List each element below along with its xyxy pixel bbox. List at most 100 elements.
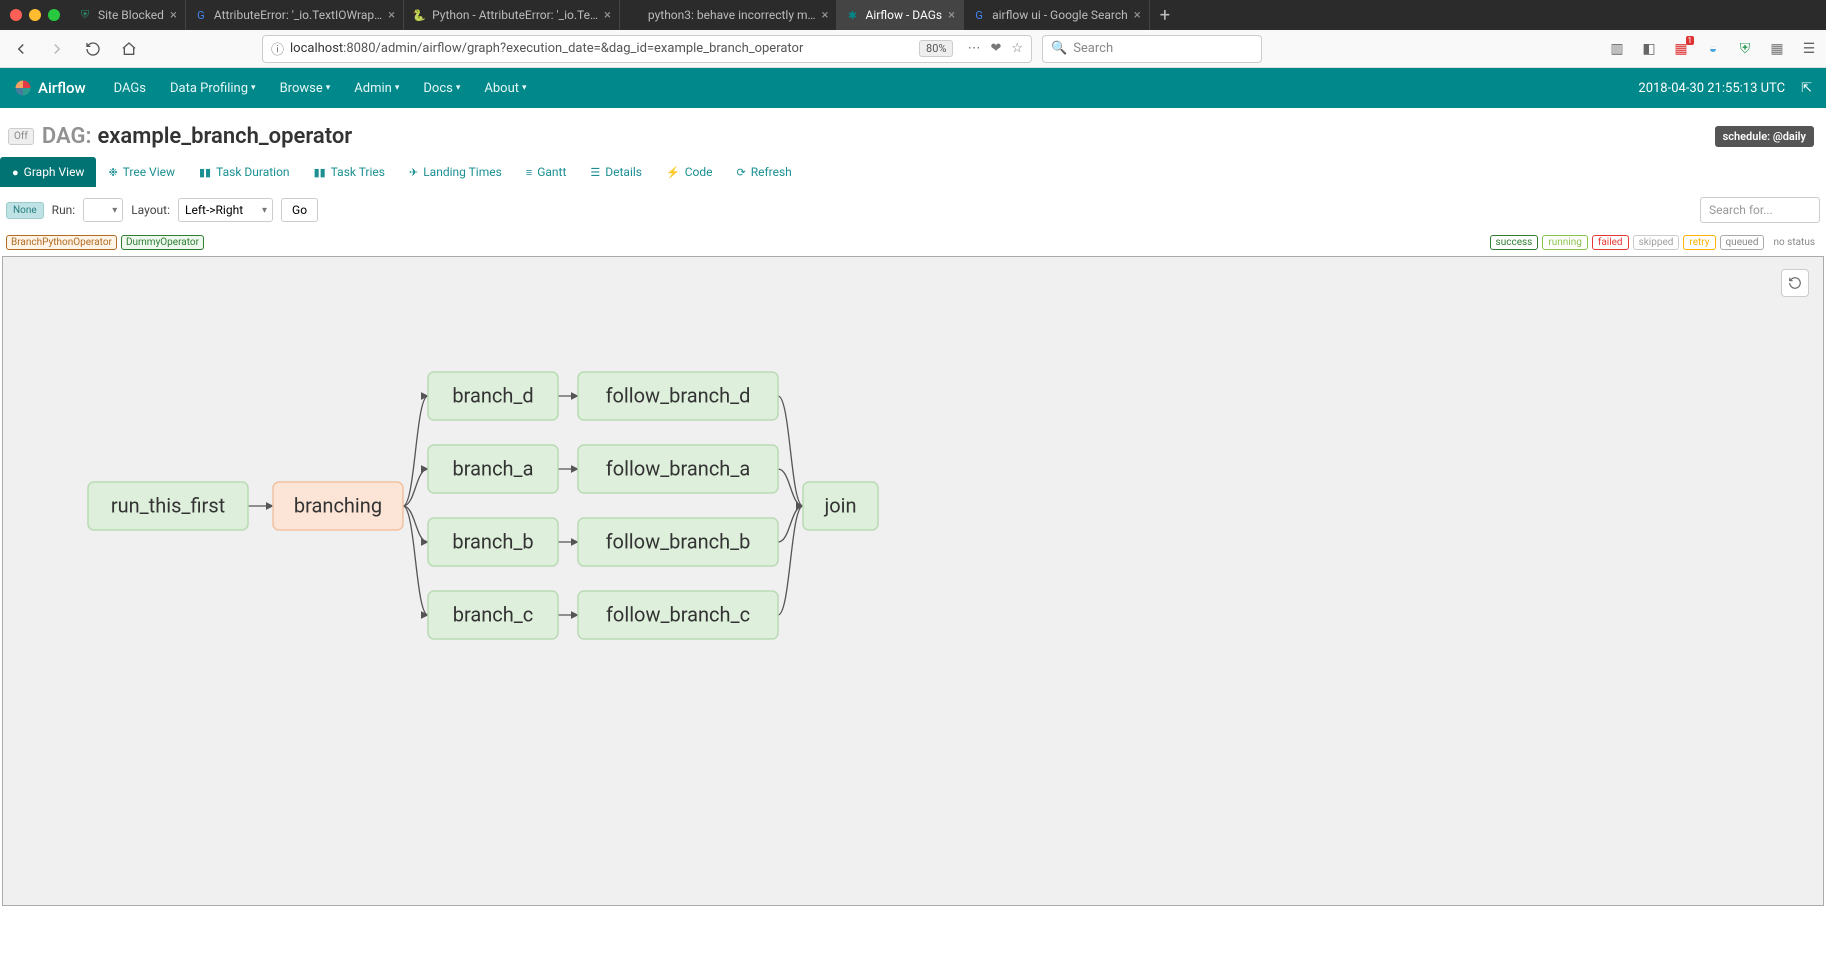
view-tab-refresh[interactable]: ⟳Refresh	[725, 157, 804, 187]
view-tab-details[interactable]: ☰Details	[578, 157, 654, 187]
task-search-input[interactable]: Search for...	[1700, 197, 1820, 223]
layout-select[interactable]: Left->Right	[178, 198, 273, 222]
status-legend-item[interactable]: queued	[1720, 235, 1765, 250]
view-tab-tree-view[interactable]: ❉Tree View	[96, 157, 187, 187]
view-tab-graph-view[interactable]: ●Graph View	[0, 157, 96, 187]
address-bar[interactable]: ⓘ localhost:8080/admin/airflow/graph?exe…	[262, 35, 1032, 63]
pocket-icon[interactable]: ❤	[990, 41, 1001, 56]
status-legend-item[interactable]: running	[1542, 235, 1588, 250]
task-node-follow_branch_d[interactable]: follow_branch_d	[578, 372, 778, 420]
page-actions-icon[interactable]: ⋯	[967, 41, 980, 56]
library-icon[interactable]: ▥	[1608, 40, 1626, 58]
extension-icon[interactable]: ▦1	[1672, 40, 1690, 58]
browser-tab[interactable]: G AttributeError: '_io.TextIOWrap… ×	[186, 0, 404, 30]
tab-close-button[interactable]: ×	[1134, 8, 1141, 23]
status-legend-item[interactable]: failed	[1592, 235, 1629, 250]
browser-toolbar: ⓘ localhost:8080/admin/airflow/graph?exe…	[0, 30, 1826, 68]
extension-icon[interactable]: ▦	[1768, 40, 1786, 58]
refresh-graph-button[interactable]	[1781, 269, 1809, 297]
task-node-branching[interactable]: branching	[273, 482, 403, 530]
sidebar-icon[interactable]: ◧	[1640, 40, 1658, 58]
browser-tab[interactable]: G airflow ui - Google Search ×	[964, 0, 1150, 30]
edge	[778, 506, 803, 542]
view-tab-code[interactable]: ⚡Code	[654, 157, 725, 187]
operator-legend-item[interactable]: BranchPythonOperator	[6, 235, 117, 250]
nav-item-docs[interactable]: Docs▾	[411, 81, 472, 96]
tab-close-button[interactable]: ×	[604, 8, 611, 23]
nav-item-data-profiling[interactable]: Data Profiling▾	[158, 81, 268, 96]
task-node-follow_branch_a[interactable]: follow_branch_a	[578, 445, 778, 493]
window-minimize-button[interactable]	[29, 9, 41, 21]
go-button[interactable]: Go	[281, 198, 318, 222]
edge	[778, 469, 803, 506]
reload-button[interactable]	[80, 36, 106, 62]
status-legend-item[interactable]: retry	[1683, 235, 1715, 250]
task-node-label: branch_d	[452, 383, 533, 407]
schedule-badge[interactable]: schedule: @daily	[1715, 126, 1814, 147]
airflow-logo[interactable]: Airflow	[14, 79, 86, 97]
app-menu-icon[interactable]: ☰	[1800, 40, 1818, 58]
window-close-button[interactable]	[10, 9, 22, 21]
view-tab-task-duration[interactable]: ▮▮Task Duration	[187, 157, 302, 187]
view-tab-icon: ☰	[590, 166, 600, 179]
status-legend-item[interactable]: success	[1490, 235, 1539, 250]
task-node-join[interactable]: join	[803, 482, 878, 530]
bookmark-star-icon[interactable]: ☆	[1011, 41, 1023, 56]
base-date-badge[interactable]: None	[6, 202, 44, 219]
forward-button[interactable]	[44, 36, 70, 62]
site-info-icon[interactable]: ⓘ	[271, 39, 284, 58]
tab-close-button[interactable]: ×	[170, 8, 177, 23]
view-tab-gantt[interactable]: ≡Gantt	[514, 157, 579, 187]
task-node-branch_b[interactable]: branch_b	[428, 518, 558, 566]
tab-close-button[interactable]: ×	[948, 8, 955, 23]
toolbar-right-icons: ▥ ◧ ▦1 ◒ ⛨ ▦ ☰	[1608, 40, 1818, 58]
task-node-branch_a[interactable]: branch_a	[428, 445, 558, 493]
view-tab-task-tries[interactable]: ▮▮Task Tries	[302, 157, 397, 187]
extension-icon[interactable]: ⛨	[1736, 40, 1754, 58]
back-button[interactable]	[8, 36, 34, 62]
tab-strip: ⛨ Site Blocked ×G AttributeError: '_io.T…	[0, 0, 1826, 30]
home-button[interactable]	[116, 36, 142, 62]
task-node-follow_branch_c[interactable]: follow_branch_c	[578, 591, 778, 639]
browser-tab[interactable]: ○ python3: behave incorrectly m… ×	[620, 0, 838, 30]
view-tab-label: Gantt	[537, 165, 566, 179]
chevron-down-icon: ▾	[456, 83, 461, 93]
browser-tab[interactable]: ✱ Airflow - DAGs ×	[837, 0, 964, 30]
new-tab-button[interactable]: +	[1150, 5, 1180, 26]
edge	[403, 506, 428, 542]
nav-item-about[interactable]: About▾	[472, 81, 538, 96]
tab-title: python3: behave incorrectly m…	[648, 8, 816, 22]
task-node-follow_branch_b[interactable]: follow_branch_b	[578, 518, 778, 566]
browser-tab[interactable]: ⛨ Site Blocked ×	[70, 0, 186, 30]
dag-pause-toggle[interactable]: Off	[8, 128, 34, 145]
nav-item-browse[interactable]: Browse▾	[268, 81, 343, 96]
task-node-run_this_first[interactable]: run_this_first	[88, 482, 248, 530]
tab-close-button[interactable]: ×	[388, 8, 395, 23]
task-node-branch_d[interactable]: branch_d	[428, 372, 558, 420]
tab-close-button[interactable]: ×	[822, 8, 829, 23]
operator-legend-item[interactable]: DummyOperator	[121, 235, 204, 250]
window-zoom-button[interactable]	[48, 9, 60, 21]
tab-favicon-icon: ✱	[845, 8, 859, 22]
graph-pane[interactable]: run_this_first branching branch_d branch_ab…	[2, 256, 1824, 906]
external-link-icon[interactable]: ⇱	[1801, 81, 1812, 96]
task-node-branch_c[interactable]: branch_c	[428, 591, 558, 639]
extension-icon[interactable]: ◒	[1704, 40, 1722, 58]
zoom-indicator[interactable]: 80%	[919, 40, 953, 57]
nav-item-label: Data Profiling	[170, 81, 248, 96]
nav-item-dags[interactable]: DAGs	[102, 81, 158, 96]
nav-item-label: Admin	[354, 81, 392, 96]
server-time: 2018-04-30 21:55:13 UTC	[1638, 81, 1785, 96]
view-tab-landing-times[interactable]: ✈Landing Times	[397, 157, 514, 187]
status-legend-item[interactable]: no status	[1768, 236, 1820, 249]
dag-graph[interactable]: run_this_first branching branch_d branch_ab…	[3, 257, 1483, 907]
run-select[interactable]	[83, 198, 123, 222]
status-legend-item[interactable]: skipped	[1633, 235, 1680, 250]
url-text: localhost:8080/admin/airflow/graph?execu…	[290, 41, 913, 56]
nav-item-admin[interactable]: Admin▾	[342, 81, 411, 96]
run-label: Run:	[52, 203, 76, 217]
browser-tab[interactable]: 🐍 Python - AttributeError: '_io.Te… ×	[404, 0, 620, 30]
search-bar[interactable]: 🔍 Search	[1042, 35, 1262, 63]
status-legend: successrunning failed skippedretry queuedno…	[1490, 235, 1820, 250]
tab-favicon-icon: G	[972, 8, 986, 22]
